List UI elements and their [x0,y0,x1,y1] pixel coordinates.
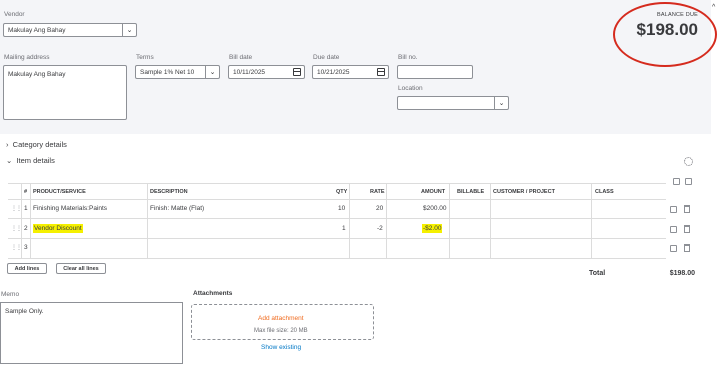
memo-value: Sample Only. [5,308,44,315]
memo-label: Memo [1,291,20,298]
qty-cell[interactable]: 10 [338,205,345,212]
col-divider [147,183,148,258]
show-existing-link[interactable]: Show existing [261,344,301,351]
due-date-input[interactable]: 10/21/2025 [312,65,389,79]
table-top-border [8,183,666,184]
chevron-down-icon[interactable]: ⌄ [122,24,136,36]
calendar-icon[interactable] [377,68,385,76]
total-label: Total [589,270,606,277]
vendor-label: Vendor [4,11,25,18]
copy-icon[interactable] [670,245,677,252]
row-number: 3 [24,244,28,251]
drag-handle-icon[interactable]: ⋮⋮ [11,205,22,212]
col-header-amount: AMOUNT [421,189,446,195]
col-divider [490,183,491,258]
attachments-label: Attachments [193,290,233,297]
collapse-caret-icon[interactable]: ^ [712,4,715,11]
col-header-rate: RATE [370,189,385,195]
drag-handle-icon[interactable]: ⋮⋮ [11,244,22,251]
memo-field[interactable]: Sample Only. [0,302,183,364]
terms-label: Terms [136,54,154,61]
chevron-right-icon: › [6,140,9,149]
chevron-down-icon[interactable]: ⌄ [205,66,219,78]
amount-cell[interactable]: -$2.00 [422,224,443,233]
bill-no-input[interactable] [397,65,473,79]
vendor-select[interactable]: Makulay Ang Bahay ⌄ [3,23,137,37]
col-divider [21,183,22,258]
terms-select[interactable]: Sample 1% Net 10 ⌄ [135,65,220,79]
item-details-label: Item details [16,156,55,165]
attachment-dropzone[interactable] [191,304,374,340]
col-divider [449,183,450,258]
row-number: 2 [24,225,28,232]
chevron-down-icon: ⌄ [6,156,13,165]
amount-cell[interactable]: $200.00 [423,205,447,212]
description-cell[interactable]: Finish: Matte (Flat) [150,205,204,212]
table-bottom-border [8,258,666,259]
mailing-address-field[interactable]: Makulay Ang Bahay [3,65,127,120]
col-header-product: PRODUCT/SERVICE [33,189,86,195]
max-file-size-text: Max file size: 20 MB [254,328,308,334]
location-select[interactable]: ⌄ [397,96,509,110]
col-header-billable: BILLABLE [457,189,485,195]
product-cell[interactable]: Finishing Materials:Paints [33,205,107,212]
bill-date-value: 10/11/2025 [233,68,266,76]
chevron-down-icon[interactable]: ⌄ [494,97,508,109]
col-header-class: CLASS [595,189,614,195]
gear-icon[interactable] [684,157,693,166]
rate-cell[interactable]: 20 [376,205,383,212]
col-divider [349,183,350,258]
col-divider [591,183,592,258]
total-value: $198.00 [669,270,695,277]
mailing-address-value: Makulay Ang Bahay [8,71,66,78]
col-header-qty: QTY [336,189,348,195]
vendor-value: Makulay Ang Bahay [8,26,66,34]
row-border [8,238,666,239]
trash-icon[interactable] [684,244,690,252]
product-cell[interactable]: Vendor Discount [33,224,83,233]
col-divider [30,183,31,258]
category-details-label: Category details [12,140,67,149]
copy-icon[interactable] [670,206,677,213]
due-date-value: 10/21/2025 [317,68,350,76]
trash-icon[interactable] [684,225,690,233]
location-label: Location [398,85,423,92]
row-number: 1 [24,205,28,212]
clipboard-icon[interactable] [685,178,692,185]
row-border [8,218,666,219]
header-border [8,199,666,200]
col-header-description: DESCRIPTION [150,189,188,195]
trash-icon[interactable] [684,205,690,213]
col-divider [386,183,387,258]
bill-date-input[interactable]: 10/11/2025 [228,65,305,79]
col-header-num: # [24,189,28,195]
bill-no-label: Bill no. [398,54,418,61]
col-header-customer: CUSTOMER / PROJECT [493,189,555,195]
bill-date-label: Bill date [229,54,253,61]
calendar-icon[interactable] [293,68,301,76]
item-details-toggle[interactable]: ⌄ Item details [6,156,55,165]
add-attachment-link[interactable]: Add attachment [258,315,304,322]
rate-cell[interactable]: -2 [377,225,383,232]
due-date-label: Due date [313,54,340,61]
drag-handle-icon[interactable]: ⋮⋮ [11,225,22,232]
add-lines-button[interactable]: Add lines [7,263,47,274]
category-details-toggle[interactable]: › Category details [6,140,67,149]
clear-all-lines-button[interactable]: Clear all lines [56,263,106,274]
mailing-address-label: Mailing address [4,54,50,61]
terms-value: Sample 1% Net 10 [140,68,195,76]
edit-icon[interactable] [673,178,680,185]
annotation-circle [613,2,717,67]
copy-icon[interactable] [670,226,677,233]
qty-cell[interactable]: 1 [342,225,346,232]
